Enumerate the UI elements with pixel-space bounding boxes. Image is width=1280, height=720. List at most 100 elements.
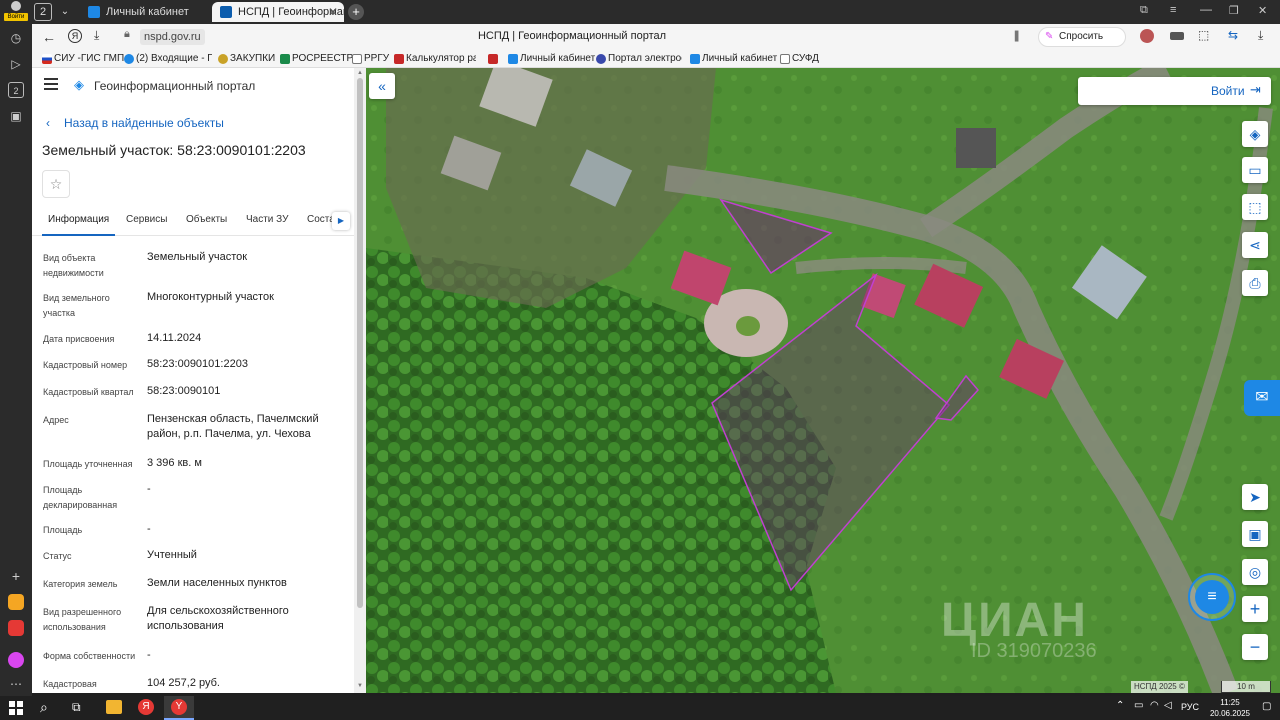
restore-icon[interactable]: ❐ <box>1229 4 1239 17</box>
layers-button[interactable]: ◈ <box>1242 121 1268 147</box>
field-label: Вид разрешенного использования <box>43 607 122 632</box>
mail-bookmark[interactable] <box>488 52 500 66</box>
bookmark-item[interactable]: ЗАКУПКИ <box>218 52 275 66</box>
field-value: 58:23:0090101 <box>147 385 221 397</box>
bookmark-item[interactable]: СИУ -ГИС ГМП <box>42 52 124 66</box>
tab-parts[interactable]: Части ЗУ <box>246 214 288 225</box>
yandex-icon[interactable]: Я <box>68 29 82 43</box>
bookmark-item[interactable]: Личный кабинет <box>508 52 595 66</box>
hamburger-menu-icon[interactable] <box>44 78 58 90</box>
alice-icon[interactable] <box>8 652 24 668</box>
app-icon-orange[interactable] <box>8 594 24 610</box>
download-icon[interactable]: ⤓ <box>94 28 99 43</box>
profile-avatar[interactable]: Войти <box>4 1 28 21</box>
close-window-icon[interactable]: ✕ <box>1258 4 1267 17</box>
select-area-button[interactable]: ⬚ <box>1242 194 1268 220</box>
tab-personal-cabinet[interactable]: Личный кабинет <box>80 2 208 22</box>
collapse-panel-button[interactable]: « <box>369 73 395 99</box>
tab-count-icon[interactable]: 2 <box>8 82 24 98</box>
field-value: 14.11.2024 <box>147 332 202 344</box>
tab-objects[interactable]: Объекты <box>186 214 227 225</box>
extensions-icon[interactable]: ⬚ <box>1198 28 1209 42</box>
add-icon[interactable]: + <box>8 568 24 584</box>
downloads-icon[interactable]: ⤓ <box>1258 28 1263 43</box>
scrollbar-thumb[interactable] <box>357 78 363 608</box>
camera-icon[interactable]: ▣ <box>8 108 24 124</box>
zoom-out-button[interactable]: − <box>1242 634 1268 660</box>
watermark-id: ID 319070236 <box>971 640 1097 662</box>
field-value: - <box>147 523 151 535</box>
feedback-button[interactable]: ✉ <box>1244 380 1280 416</box>
bookmark-item[interactable]: (2) Входящие - По <box>124 52 212 66</box>
browser-sidebar: Войти ◷ ▷ 2 ▣ + ⋯ <box>0 0 32 696</box>
ask-button[interactable]: ✎ Спросить <box>1038 27 1126 47</box>
extension-icon-2[interactable] <box>1170 32 1184 40</box>
taskbar: ⌕ ⧉ Я Y ⌃ ▭ ◠ ◁ РУС 11:25 20.06.2025 ▢ <box>0 696 1280 720</box>
task-view-icon[interactable]: ⧉ <box>72 700 81 715</box>
windows-start-icon[interactable] <box>9 701 23 715</box>
ruler-button[interactable]: ▭ <box>1242 157 1268 183</box>
minimap-button[interactable]: ▣ <box>1242 521 1268 547</box>
bookmark-item[interactable]: Личный кабинет <box>690 52 777 66</box>
clock[interactable]: 11:25 20.06.2025 <box>1206 697 1254 719</box>
explorer-icon[interactable] <box>106 700 122 714</box>
sync-icon[interactable]: ⇆ <box>1228 28 1238 42</box>
satellite-map[interactable] <box>366 68 1280 693</box>
menu-icon[interactable]: ≡ <box>1170 4 1176 16</box>
bookmark-item[interactable]: РРГУ <box>352 52 389 66</box>
new-tab-button[interactable]: + <box>348 4 364 20</box>
bookmark-item[interactable]: РОСРЕЕСТР <box>280 52 353 66</box>
tab-nspd[interactable]: НСПД | Геоинформационный портал ✕ <box>212 2 344 22</box>
field-value: Земли населенных пунктов <box>147 577 287 589</box>
login-button[interactable]: Войти <box>1211 84 1245 98</box>
zoom-in-button[interactable]: + <box>1242 596 1268 622</box>
bookmark-icon[interactable]: ❚ <box>1012 29 1021 42</box>
close-tab-icon[interactable]: ✕ <box>328 2 338 22</box>
notifications-icon[interactable]: ▢ <box>1262 701 1271 712</box>
volume-icon[interactable]: ◁ <box>1164 700 1172 711</box>
panel-scrollbar[interactable]: ▲ ▼ <box>354 68 366 693</box>
portal-title: Геоинформационный портал <box>94 79 256 93</box>
feedback-icon: ✉ <box>1255 389 1269 406</box>
share-button[interactable]: ⋖ <box>1242 232 1268 258</box>
network-icon[interactable]: ▭ <box>1134 700 1143 711</box>
history-icon[interactable]: ◷ <box>8 30 24 46</box>
back-arrow-icon[interactable]: ← <box>42 29 56 45</box>
back-chevron-icon[interactable]: ‹ <box>46 116 50 130</box>
favorite-star-icon[interactable]: ☆ <box>42 170 70 198</box>
tab-list-chevron-icon[interactable]: ⌄ <box>56 3 74 21</box>
clock-date: 20.06.2025 <box>1209 709 1251 718</box>
tray-chevron-icon[interactable]: ⌃ <box>1116 700 1124 711</box>
tab-composition[interactable]: Соста <box>307 214 335 225</box>
url-field[interactable]: nspd.gov.ru <box>140 29 205 45</box>
map-view[interactable]: ЦИАН ID 319070236 « Войти ⇥ ◈ ▭ ⬚ ⋖ ⎙ ✉ … <box>366 68 1280 693</box>
field-label: Вид объекта недвижимости <box>43 253 104 278</box>
tab-services[interactable]: Сервисы <box>126 214 167 225</box>
wifi-icon[interactable]: ◠ <box>1150 700 1159 711</box>
back-link[interactable]: Назад в найденные объекты <box>64 116 224 130</box>
tab-information[interactable]: Информация <box>42 214 116 236</box>
browser-taskbar-button[interactable]: Y <box>164 696 194 720</box>
yandex-app-icon[interactable]: Я <box>138 699 154 715</box>
navigate-button[interactable]: ➤ <box>1242 484 1268 510</box>
extension-icon[interactable] <box>1140 29 1154 43</box>
bookmark-item[interactable]: Калькулятор рас <box>394 52 476 66</box>
play-icon[interactable]: ▷ <box>8 56 24 72</box>
login-bar[interactable]: Войти ⇥ <box>1078 77 1271 105</box>
collections-icon[interactable]: ⧉ <box>1140 4 1148 17</box>
field-label: Адрес <box>43 415 69 425</box>
bookmark-item[interactable]: СУФД <box>780 52 819 66</box>
language-indicator[interactable]: РУС <box>1181 702 1199 712</box>
chat-button[interactable]: ≡ <box>1188 573 1236 621</box>
tabs-scroll-right-icon[interactable]: ▶ <box>332 212 350 230</box>
app-icon-red[interactable] <box>8 620 24 636</box>
field-label: Кадастровая <box>43 679 97 689</box>
tab-counter[interactable]: 2 <box>34 3 52 21</box>
bookmark-item[interactable]: Портал электрос <box>596 52 682 66</box>
locate-button[interactable]: ◎ <box>1242 559 1268 585</box>
object-title: Земельный участок: 58:23:0090101:2203 <box>42 142 306 158</box>
search-icon[interactable]: ⌕ <box>40 699 48 716</box>
minimize-icon[interactable]: — <box>1200 2 1212 16</box>
more-icon[interactable]: ⋯ <box>8 676 24 692</box>
print-button[interactable]: ⎙ <box>1242 270 1268 296</box>
